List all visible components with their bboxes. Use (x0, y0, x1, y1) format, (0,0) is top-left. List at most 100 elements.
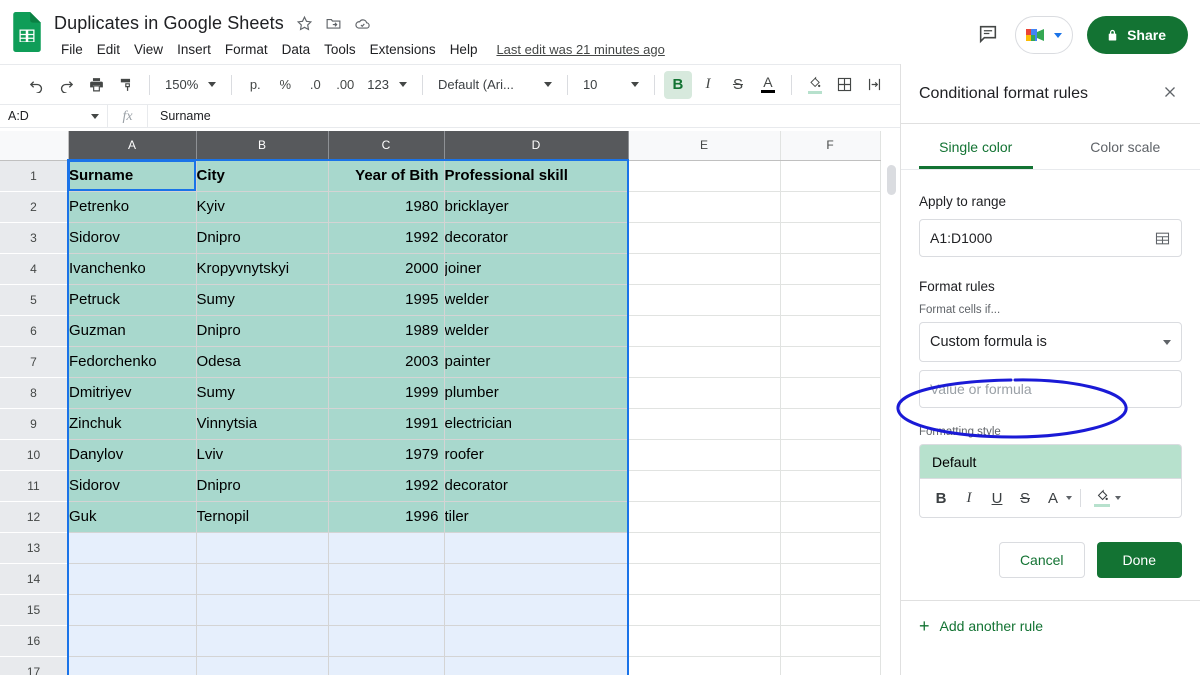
row-header-14[interactable]: 14 (0, 563, 69, 595)
move-to-folder-icon[interactable] (325, 15, 342, 32)
style-italic-button[interactable]: I (956, 485, 982, 511)
font-size-selector[interactable]: 10 (577, 71, 645, 99)
redo-icon[interactable] (52, 71, 80, 99)
merge-cells-icon[interactable] (861, 71, 889, 99)
grid-cell[interactable] (780, 532, 881, 564)
select-all-corner[interactable] (0, 131, 69, 161)
grid-cell[interactable] (628, 222, 781, 254)
select-range-icon[interactable] (1154, 230, 1171, 247)
add-another-rule-button[interactable]: + Add another rule (901, 601, 1200, 651)
grid-cell[interactable]: 2000 (328, 253, 445, 285)
grid-cell[interactable] (444, 594, 629, 626)
grid-cell[interactable] (628, 284, 781, 316)
grid-cell[interactable] (628, 160, 781, 192)
row-header-7[interactable]: 7 (0, 346, 69, 378)
row-header-12[interactable]: 12 (0, 501, 69, 533)
page-title[interactable]: Duplicates in Google Sheets (54, 13, 284, 34)
column-header-d[interactable]: D (444, 131, 629, 161)
row-header-16[interactable]: 16 (0, 625, 69, 657)
grid-cell[interactable] (780, 346, 881, 378)
grid-cell[interactable] (780, 470, 881, 502)
grid-cell[interactable] (780, 656, 881, 675)
formula-input[interactable]: Surname (148, 109, 211, 123)
grid-cell[interactable]: Sidorov (67, 222, 197, 254)
column-header-a[interactable]: A (68, 131, 197, 161)
grid-cell[interactable] (780, 501, 881, 533)
comment-icon[interactable] (977, 23, 1001, 47)
star-icon[interactable] (296, 15, 313, 32)
cloud-saved-icon[interactable] (354, 15, 371, 32)
style-text-color-button[interactable]: A (1040, 485, 1066, 511)
grid-cell[interactable] (196, 594, 329, 626)
formula-input[interactable]: Value or formula (919, 370, 1182, 408)
text-color-button[interactable]: A (754, 71, 782, 99)
row-header-4[interactable]: 4 (0, 253, 69, 285)
grid-header-cell[interactable]: Year of Bith (328, 159, 445, 192)
grid-cell[interactable] (196, 625, 329, 657)
grid-cell[interactable] (444, 532, 629, 564)
name-box[interactable]: A:D (0, 105, 108, 127)
grid-cell[interactable]: Sumy (196, 284, 329, 316)
grid-cell[interactable]: decorator (444, 222, 629, 254)
grid-cell[interactable]: Guk (67, 501, 197, 533)
column-header-c[interactable]: C (328, 131, 445, 161)
grid-cell[interactable] (628, 532, 781, 564)
fill-color-icon[interactable] (801, 71, 829, 99)
vertical-scrollbar[interactable] (887, 165, 896, 673)
row-header-3[interactable]: 3 (0, 222, 69, 254)
grid-cell[interactable] (628, 377, 781, 409)
grid-cell[interactable]: plumber (444, 377, 629, 409)
style-strikethrough-button[interactable]: S (1012, 485, 1038, 511)
grid-cell[interactable] (628, 408, 781, 440)
print-icon[interactable] (82, 71, 110, 99)
grid-cell[interactable] (196, 656, 329, 675)
grid-cell[interactable] (780, 284, 881, 316)
grid-cell[interactable]: welder (444, 284, 629, 316)
grid-header-cell[interactable]: Surname (67, 159, 197, 192)
grid-cell[interactable] (780, 563, 881, 595)
chevron-down-icon[interactable] (1115, 496, 1121, 500)
grid-cell[interactable]: Zinchuk (67, 408, 197, 440)
grid-cell[interactable]: Vinnytsia (196, 408, 329, 440)
row-header-17[interactable]: 17 (0, 656, 69, 675)
grid-cell[interactable]: painter (444, 346, 629, 378)
grid-cell[interactable] (780, 439, 881, 471)
grid-cell[interactable] (780, 191, 881, 223)
undo-icon[interactable] (22, 71, 50, 99)
grid-cell[interactable] (444, 625, 629, 657)
menu-file[interactable]: File (54, 40, 90, 59)
grid-cell[interactable] (628, 346, 781, 378)
row-header-11[interactable]: 11 (0, 470, 69, 502)
grid-cell[interactable]: 2003 (328, 346, 445, 378)
row-header-13[interactable]: 13 (0, 532, 69, 564)
bold-button[interactable]: B (663, 70, 692, 99)
menu-edit[interactable]: Edit (90, 40, 127, 59)
grid-cell[interactable]: Dnipro (196, 470, 329, 502)
grid-cell[interactable] (780, 594, 881, 626)
grid-cell[interactable] (780, 408, 881, 440)
percent-format-button[interactable]: % (271, 71, 299, 99)
currency-format-button[interactable]: p. (241, 71, 269, 99)
borders-icon[interactable] (831, 71, 859, 99)
grid-cell[interactable] (628, 563, 781, 595)
row-header-5[interactable]: 5 (0, 284, 69, 316)
grid-cell[interactable] (780, 160, 881, 192)
grid-cell[interactable] (780, 625, 881, 657)
done-button[interactable]: Done (1096, 542, 1182, 578)
share-button[interactable]: Share (1087, 16, 1188, 54)
grid-cell[interactable]: Fedorchenko (67, 346, 197, 378)
grid-cell[interactable]: Petruck (67, 284, 197, 316)
menu-tools[interactable]: Tools (317, 40, 363, 59)
grid-cell[interactable] (628, 594, 781, 626)
grid-cell[interactable] (628, 191, 781, 223)
grid-cell[interactable] (628, 656, 781, 675)
grid-cell[interactable] (328, 594, 445, 626)
grid-cell[interactable]: Sumy (196, 377, 329, 409)
grid-cell[interactable]: bricklayer (444, 191, 629, 223)
style-underline-button[interactable]: U (984, 485, 1010, 511)
row-header-15[interactable]: 15 (0, 594, 69, 626)
grid-cell[interactable] (67, 625, 197, 657)
grid-cell[interactable]: roofer (444, 439, 629, 471)
grid-cell[interactable] (780, 315, 881, 347)
grid-cell[interactable]: 1991 (328, 408, 445, 440)
